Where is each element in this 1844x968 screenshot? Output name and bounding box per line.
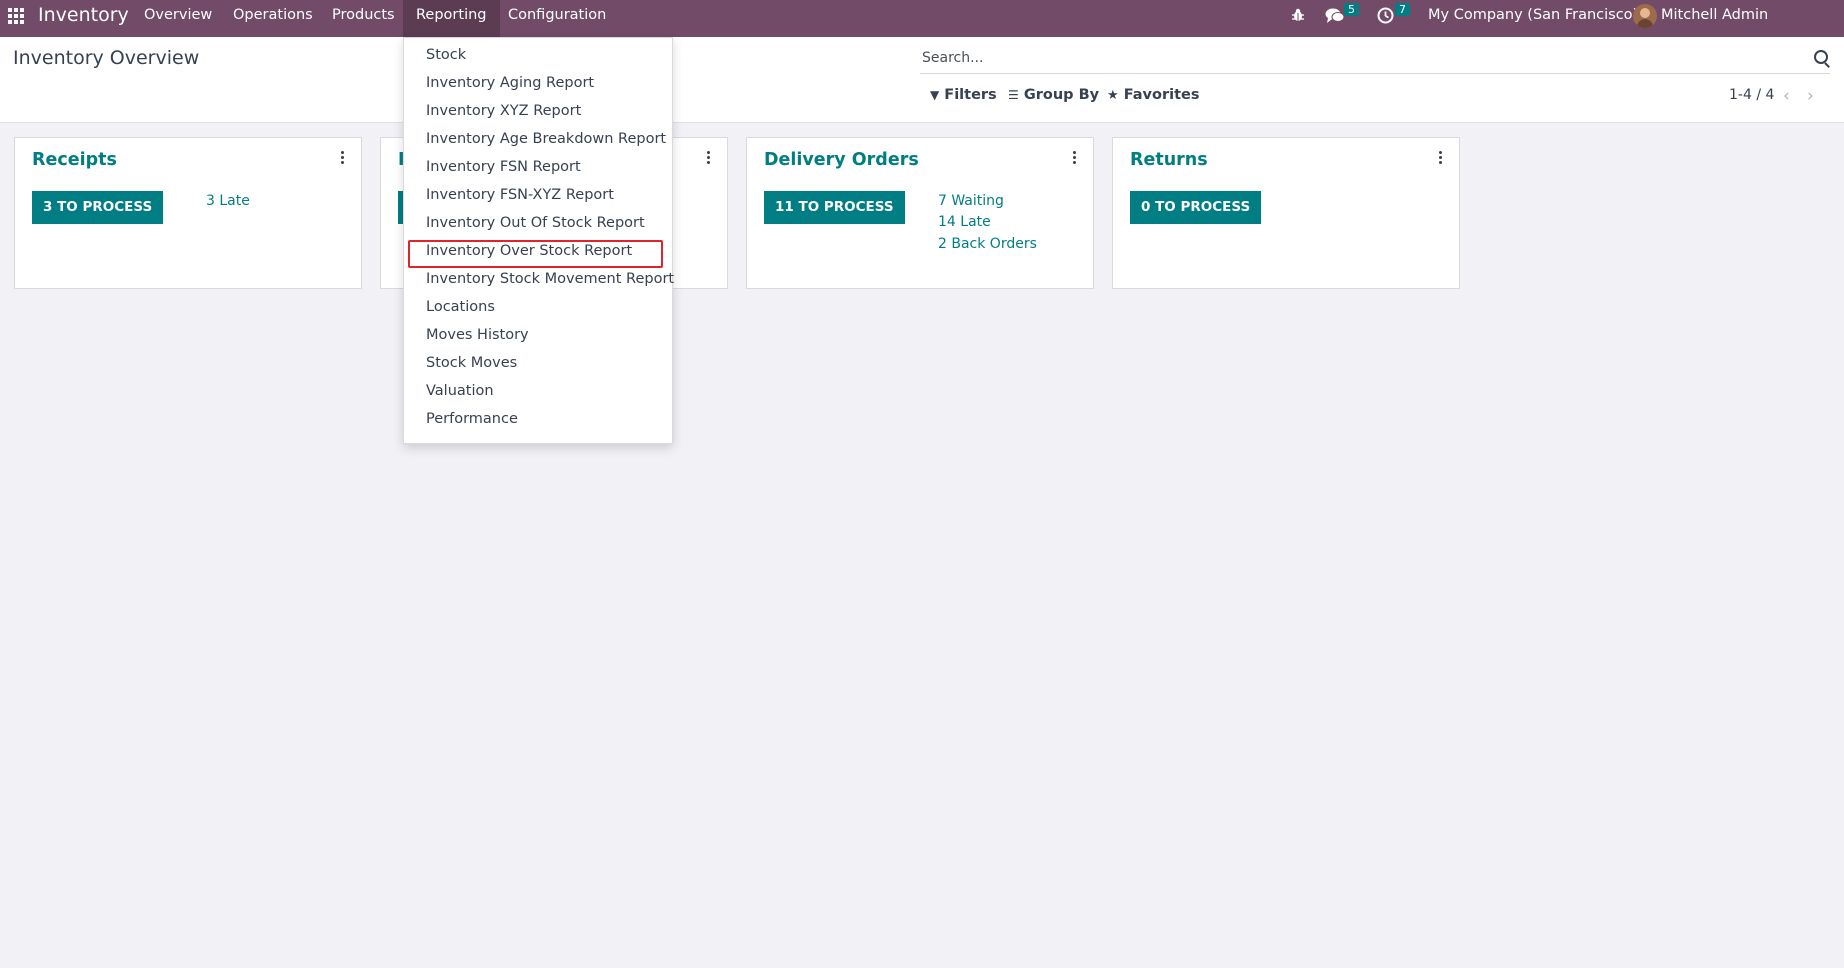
filters-label: Filters: [944, 87, 997, 103]
menu-operations[interactable]: Operations: [220, 0, 326, 37]
pager-previous-icon[interactable]: ‹: [1783, 86, 1790, 106]
group-by-button[interactable]: ☰ Group By: [1008, 87, 1099, 103]
card-title[interactable]: Delivery Orders: [764, 150, 919, 170]
menu-item-inventory-out-of-stock-report[interactable]: Inventory Out Of Stock Report: [426, 215, 645, 231]
top-navbar: Inventory Overview Operations Products R…: [0, 0, 1844, 54]
search-icon[interactable]: [1812, 49, 1830, 67]
back-orders-link[interactable]: 2 Back Orders: [938, 236, 1037, 252]
card-kebab-menu-icon[interactable]: [707, 151, 711, 165]
menu-item-inventory-xyz-report[interactable]: Inventory XYZ Report: [426, 103, 581, 119]
menu-item-locations[interactable]: Locations: [426, 299, 495, 315]
menu-item-inventory-fsn-xyz-report[interactable]: Inventory FSN-XYZ Report: [426, 187, 614, 203]
card-title[interactable]: Receipts: [32, 150, 117, 170]
card-kebab-menu-icon[interactable]: [1073, 151, 1077, 165]
user-avatar[interactable]: [1633, 4, 1657, 28]
search-input[interactable]: [920, 43, 1804, 73]
menu-item-inventory-over-stock-report[interactable]: Inventory Over Stock Report: [426, 243, 632, 259]
menu-item-moves-history[interactable]: Moves History: [426, 327, 529, 343]
apps-grid-icon[interactable]: [8, 8, 24, 24]
kanban-card-returns: Returns 0 TO PROCESS: [1112, 137, 1460, 289]
page-title: Inventory Overview: [13, 47, 200, 69]
debug-bug-icon[interactable]: [1290, 7, 1306, 23]
late-link[interactable]: 14 Late: [938, 214, 991, 230]
pager-next-icon[interactable]: ›: [1807, 86, 1814, 106]
card-kebab-menu-icon[interactable]: [1439, 151, 1443, 165]
menu-item-valuation[interactable]: Valuation: [426, 383, 494, 399]
company-switcher[interactable]: My Company (San Francisco): [1428, 0, 1638, 37]
group-by-label: Group By: [1023, 87, 1100, 103]
menu-item-inventory-age-breakdown-report[interactable]: Inventory Age Breakdown Report: [426, 131, 666, 147]
menu-item-stock-moves[interactable]: Stock Moves: [426, 355, 517, 371]
layers-icon: ☰: [1008, 88, 1019, 102]
app-brand[interactable]: Inventory: [38, 4, 129, 26]
filters-button[interactable]: ▼ Filters: [930, 87, 997, 103]
to-process-button[interactable]: 3 TO PROCESS: [32, 191, 164, 224]
card-kebab-menu-icon[interactable]: [341, 151, 345, 165]
card-title[interactable]: Returns: [1130, 150, 1208, 170]
menu-item-inventory-aging-report[interactable]: Inventory Aging Report: [426, 75, 594, 91]
favorites-label: Favorites: [1123, 87, 1200, 103]
menu-products[interactable]: Products: [319, 0, 408, 37]
menu-configuration[interactable]: Configuration: [495, 0, 619, 37]
kanban-card-delivery-orders: Delivery Orders 11 TO PROCESS 7 Waiting …: [746, 137, 1094, 289]
to-process-button[interactable]: 0 TO PROCESS: [1130, 191, 1262, 224]
kanban-card-receipts: Receipts 3 TO PROCESS 3 Late: [14, 137, 362, 289]
menu-reporting[interactable]: Reporting: [403, 0, 500, 37]
messages-chat-icon[interactable]: [1325, 7, 1345, 25]
reporting-dropdown-menu: Stock Inventory Aging Report Inventory X…: [403, 37, 674, 444]
activities-clock-icon[interactable]: [1377, 7, 1394, 24]
menu-item-stock[interactable]: Stock: [426, 47, 466, 63]
late-link[interactable]: 3 Late: [206, 193, 250, 209]
waiting-link[interactable]: 7 Waiting: [938, 193, 1004, 209]
menu-overview[interactable]: Overview: [131, 0, 225, 37]
messages-count-badge: 5: [1344, 3, 1359, 16]
filter-funnel-icon: ▼: [930, 88, 940, 102]
to-process-button[interactable]: 11 TO PROCESS: [764, 191, 905, 224]
user-menu[interactable]: Mitchell Admin (db_16_01): [1661, 0, 1844, 54]
favorites-button[interactable]: ★ Favorites: [1107, 87, 1200, 103]
menu-item-performance[interactable]: Performance: [426, 411, 518, 427]
star-icon: ★: [1107, 88, 1119, 103]
control-panel: Inventory Overview ▼ Filters ☰ Group By …: [0, 37, 1844, 123]
menu-item-inventory-stock-movement-report[interactable]: Inventory Stock Movement Report: [426, 271, 674, 287]
menu-item-inventory-fsn-report[interactable]: Inventory FSN Report: [426, 159, 581, 175]
search-bar: [920, 43, 1830, 74]
activities-count-badge: 7: [1395, 3, 1410, 16]
pager-value[interactable]: 1-4 / 4: [1729, 87, 1774, 103]
